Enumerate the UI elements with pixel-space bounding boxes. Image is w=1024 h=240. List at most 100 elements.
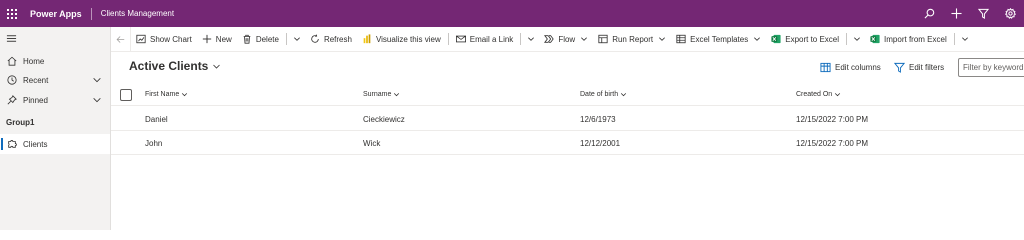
created-on-cell: 12/15/2022 7:00 PM (796, 115, 869, 124)
chevron-down-icon (293, 35, 301, 43)
email-link-icon (455, 34, 466, 44)
sidebar-item-recent[interactable]: Recent (0, 70, 110, 90)
column-header-label: Surname (363, 91, 392, 98)
column-header-created-on[interactable]: Created On (796, 91, 841, 98)
export-excel-button[interactable]: Export to Excel (766, 27, 844, 52)
sidebar-item-label: Recent (23, 75, 49, 85)
view-title: Active Clients (129, 59, 209, 73)
visualize-view-button[interactable]: Visualize this view (357, 27, 446, 52)
grid-header-row (111, 84, 1024, 106)
delete-button[interactable]: Delete (237, 27, 284, 52)
filter-icon (894, 62, 905, 73)
edit-filters-button[interactable]: Edit filters (894, 62, 944, 73)
column-header-label: Date of birth (580, 91, 619, 98)
chevron-down-icon (527, 35, 535, 43)
table-row[interactable] (111, 131, 1024, 155)
app-title[interactable]: Clients Management (101, 9, 174, 18)
first-name-cell[interactable]: Daniel (145, 115, 168, 124)
run-report-label: Run Report (612, 34, 654, 44)
home-icon (6, 55, 18, 67)
export-excel-label: Export to Excel (785, 34, 840, 44)
email-link-label: Email a Link (469, 34, 514, 44)
import-more-dropdown[interactable] (957, 27, 973, 52)
sidebar-group-label: Group1 (6, 118, 35, 127)
refresh-label: Refresh (323, 34, 352, 44)
column-header-first-name[interactable]: First Name (145, 91, 188, 98)
flow-button[interactable]: Flow (539, 27, 593, 52)
settings-icon[interactable] (997, 0, 1024, 27)
import-excel-button[interactable]: Import from Excel (865, 27, 952, 52)
edit-filters-label: Edit filters (909, 63, 945, 72)
search-icon[interactable] (916, 0, 943, 27)
export-more-dropdown[interactable] (849, 27, 865, 52)
command-bar: Show Chart New Delete Refresh Visualize … (111, 26, 1024, 52)
excel-templates-label: Excel Templates (690, 34, 749, 44)
edit-columns-label: Edit columns (835, 63, 881, 72)
hamburger-icon[interactable] (6, 33, 18, 45)
sidebar-item-label: Home (23, 56, 45, 66)
chevron-down-icon (212, 62, 221, 71)
excel-icon (870, 34, 880, 44)
first-name-cell[interactable]: John (145, 139, 162, 148)
email-link-button[interactable]: Email a Link (451, 27, 519, 52)
filter-keyword-input[interactable]: Filter by keyword (958, 58, 1024, 77)
chevron-down-icon[interactable] (92, 75, 102, 85)
plus-icon (202, 34, 212, 44)
chevron-down-icon (393, 91, 400, 98)
run-report-button[interactable]: Run Report (593, 27, 671, 52)
sidebar-item-pinned[interactable]: Pinned (0, 90, 110, 110)
sidebar-item-clients[interactable]: Clients (0, 134, 110, 154)
show-chart-button[interactable]: Show Chart (131, 27, 197, 52)
flow-icon (544, 34, 554, 44)
header-divider (90, 7, 92, 20)
command-separator (953, 33, 955, 45)
view-selector[interactable]: Active Clients (129, 59, 221, 73)
sitemap-sidebar: Home Recent Pinned Group1 Clients (0, 27, 111, 230)
clock-icon (6, 74, 18, 86)
table-row[interactable] (111, 107, 1024, 131)
puzzle-icon (6, 138, 18, 150)
refresh-button[interactable]: Refresh (305, 27, 357, 52)
app-header: Power Apps Clients Management (0, 0, 1024, 27)
flow-label: Flow (558, 34, 576, 44)
email-more-dropdown[interactable] (523, 27, 539, 52)
sidebar-item-label: Pinned (23, 95, 48, 105)
created-on-cell: 12/15/2022 7:00 PM (796, 139, 869, 148)
trash-icon (242, 34, 252, 44)
back-arrow-icon[interactable] (111, 26, 131, 52)
surname-cell: Cieckiewicz (363, 115, 405, 124)
report-icon (598, 34, 608, 44)
app-launcher-icon[interactable] (0, 0, 24, 27)
add-icon[interactable] (943, 0, 970, 27)
excel-templates-button[interactable]: Excel Templates (671, 27, 766, 52)
refresh-icon (310, 34, 320, 44)
date-of-birth-cell: 12/12/2001 (580, 139, 621, 148)
surname-cell: Wick (363, 139, 381, 148)
new-button[interactable]: New (197, 27, 237, 52)
chevron-down-icon (834, 91, 841, 98)
column-header-date-of-birth[interactable]: Date of birth (580, 91, 627, 98)
chevron-down-icon (620, 91, 627, 98)
filter-icon[interactable] (970, 0, 997, 27)
brand-name[interactable]: Power Apps (30, 9, 82, 19)
excel-templates-icon (676, 34, 686, 44)
column-header-surname[interactable]: Surname (363, 91, 400, 98)
command-separator (285, 33, 287, 45)
delete-more-dropdown[interactable] (289, 27, 305, 52)
chevron-down-icon (853, 35, 861, 43)
chevron-down-icon (580, 35, 588, 43)
chevron-down-icon (961, 35, 969, 43)
powerbi-icon (362, 34, 372, 44)
date-of-birth-cell: 12/6/1973 (580, 115, 616, 124)
chevron-down-icon (658, 35, 666, 43)
sidebar-item-home[interactable]: Home (0, 51, 110, 71)
columns-icon (820, 62, 831, 73)
excel-icon (771, 34, 781, 44)
edit-columns-button[interactable]: Edit columns (820, 62, 881, 73)
chevron-down-icon[interactable] (92, 95, 102, 105)
delete-label: Delete (255, 34, 279, 44)
select-all-checkbox[interactable] (120, 89, 132, 101)
show-chart-label: Show Chart (150, 34, 192, 44)
command-separator (846, 33, 848, 45)
command-separator (447, 33, 449, 45)
